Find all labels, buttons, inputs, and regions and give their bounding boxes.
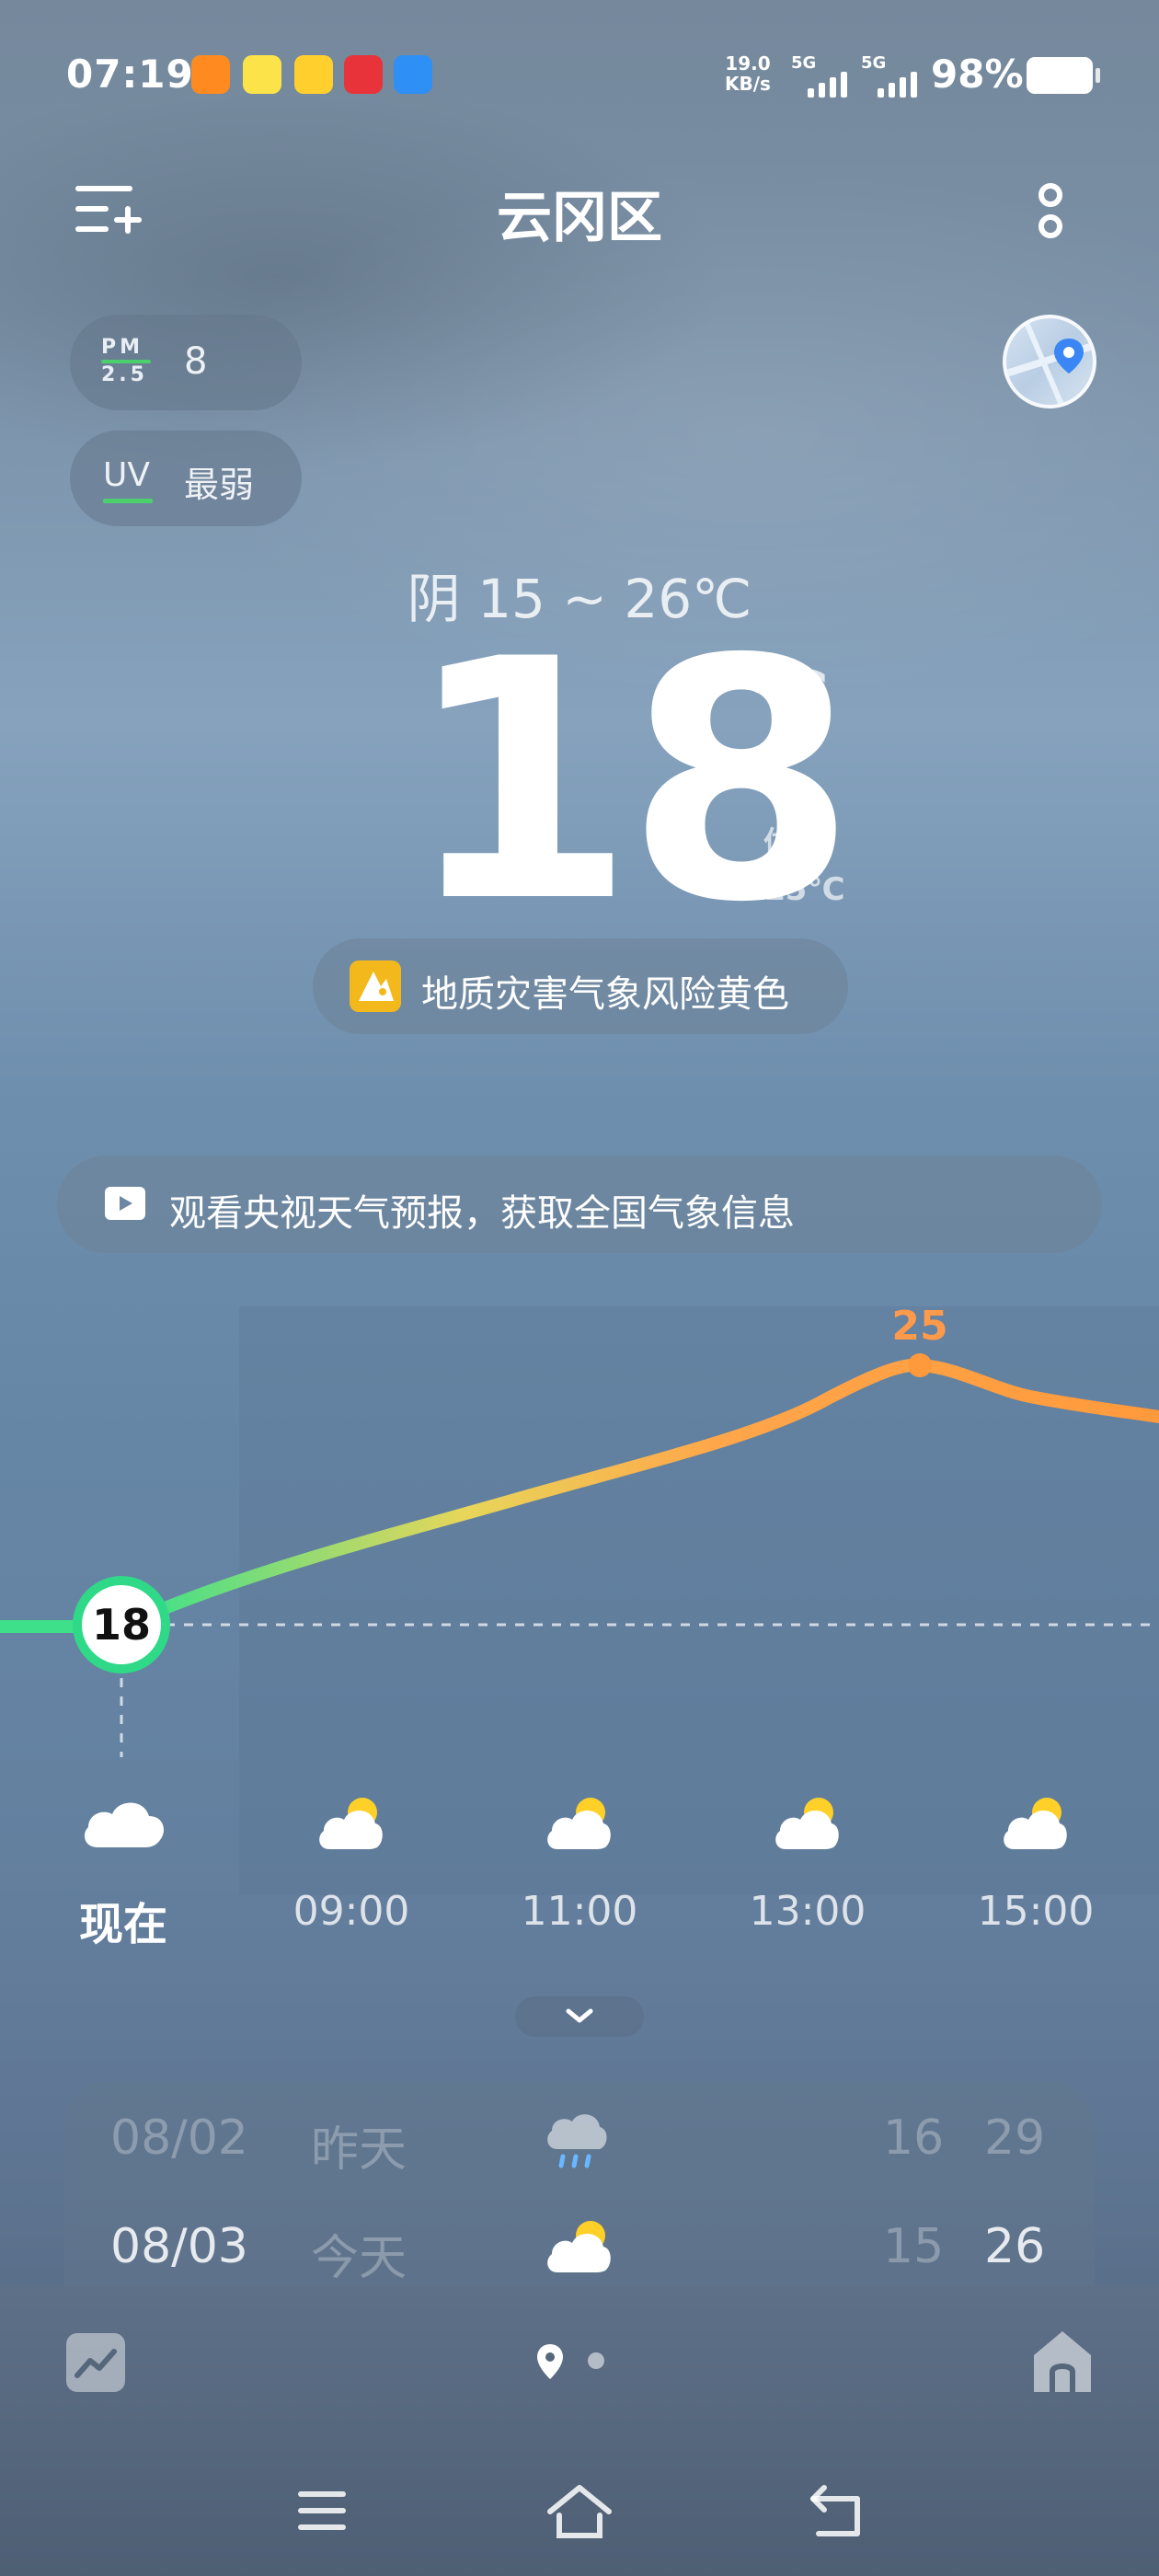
weather-alert-pill[interactable]: 地质灾害气象风险黄色 (313, 938, 848, 1034)
daily-date: 08/02 (110, 2110, 248, 2166)
daily-high: 29 (984, 2110, 1046, 2166)
trend-button[interactable] (66, 2333, 125, 2392)
partly-sunny-icon (1004, 1798, 1067, 1849)
home-city-button[interactable] (1030, 2328, 1095, 2396)
daily-date: 08/03 (110, 2219, 248, 2274)
daily-high: 26 (984, 2219, 1046, 2274)
daily-day: 今天 (311, 2231, 407, 2285)
hour-label: 15:00 (977, 1888, 1095, 1935)
hour-label-now: 现在 (78, 1899, 167, 1950)
pm-label-bottom: 2.5 (101, 363, 148, 386)
video-app-icon (191, 55, 230, 94)
daily-forecast-card[interactable]: 08/02 昨天 16 29 08/03 今天 15 26 (64, 2081, 1095, 2285)
chevron-down-icon (566, 2008, 593, 2023)
home-nav-button[interactable] (543, 2478, 616, 2543)
more-options-button[interactable] (1023, 175, 1078, 248)
net-speed-unit: KB/s (725, 73, 771, 95)
hour-label: 13:00 (749, 1888, 866, 1935)
hour-label: 11:00 (521, 1888, 638, 1935)
back-icon (810, 2485, 860, 2536)
partly-sunny-icon (775, 1798, 839, 1849)
home-outline-icon (547, 2485, 612, 2538)
uv-indicator-line (103, 499, 153, 503)
city-title[interactable]: 云冈区 (396, 173, 763, 253)
peak-label: 25 (891, 1306, 947, 1350)
uv-value: 最弱 (184, 465, 255, 505)
mascot-app-icon (344, 55, 383, 94)
uv-label: UV (103, 456, 150, 494)
peak-point (908, 1353, 932, 1377)
signal-icon-2: 5G (861, 53, 927, 98)
partly-sunny-icon (319, 1798, 383, 1849)
planet-app-icon (394, 55, 432, 94)
map-button[interactable] (1003, 315, 1096, 408)
city-page-indicator (534, 2340, 625, 2386)
pm25-icon: PM 2.5 (101, 337, 151, 386)
trend-chart-icon (75, 2349, 117, 2378)
alert-text: 地质灾害气象风险黄色 (421, 973, 789, 1016)
rain-icon (547, 2114, 607, 2168)
status-bar: 07:19 19.0 KB/s 5G 5G 98% (0, 0, 1159, 147)
feels-like-label: 体感 (763, 825, 826, 862)
uv-pill[interactable]: UV 最弱 (70, 431, 302, 526)
daily-low: 16 (883, 2110, 945, 2166)
menu-icon (298, 2491, 346, 2530)
more-vertical-icon (1039, 183, 1062, 238)
battery-icon (1027, 57, 1100, 94)
net-speed-value: 19.0 (725, 52, 771, 75)
add-city-button[interactable] (72, 180, 145, 239)
battery-percent: 98% (931, 52, 1024, 97)
feels-like: 体感 15℃ (763, 821, 845, 913)
sim1-label: 5G (791, 53, 817, 73)
temperature-curve (0, 1358, 1159, 1633)
sim2-label: 5G (861, 53, 887, 73)
music-app-icon (243, 55, 281, 94)
daily-low: 15 (883, 2219, 945, 2274)
hour-label: 09:00 (293, 1888, 410, 1935)
net-speed: 19.0 KB/s (725, 53, 771, 94)
play-video-icon (105, 1187, 145, 1220)
pm25-pill[interactable]: PM 2.5 8 (70, 315, 302, 410)
landslide-warning-icon (350, 960, 401, 1012)
home-icon (1034, 2331, 1091, 2392)
temperature-unit: ℃ (741, 655, 831, 747)
daily-row[interactable]: 08/02 昨天 16 29 (64, 2110, 1095, 2202)
forecast-video-banner[interactable]: 观看央视天气预报，获取全国气象信息 (57, 1156, 1102, 1253)
expand-toggle[interactable] (515, 1996, 644, 2037)
feels-like-value: 15℃ (763, 871, 845, 908)
partly-sunny-icon (547, 2221, 611, 2272)
pm-label-top: PM (101, 336, 144, 359)
pm25-value: 8 (184, 340, 208, 383)
location-pin-icon (537, 2344, 604, 2379)
partly-sunny-icon (547, 1798, 611, 1849)
map-pin-icon (1006, 318, 1093, 405)
daily-day: 昨天 (311, 2122, 407, 2178)
back-nav-button[interactable] (800, 2478, 874, 2543)
status-time: 07:19 (66, 52, 194, 97)
current-point-label: 18 (92, 1600, 151, 1650)
daily-row[interactable]: 08/03 今天 15 26 (64, 2219, 1095, 2285)
recent-apps-button[interactable] (285, 2478, 359, 2543)
signal-icon: 5G (791, 53, 857, 98)
cloud-icon (84, 1802, 164, 1847)
add-list-icon (75, 186, 142, 234)
banner-text: 观看央视天气预报，获取全国气象信息 (169, 1192, 795, 1235)
weibo-app-icon (294, 55, 333, 94)
